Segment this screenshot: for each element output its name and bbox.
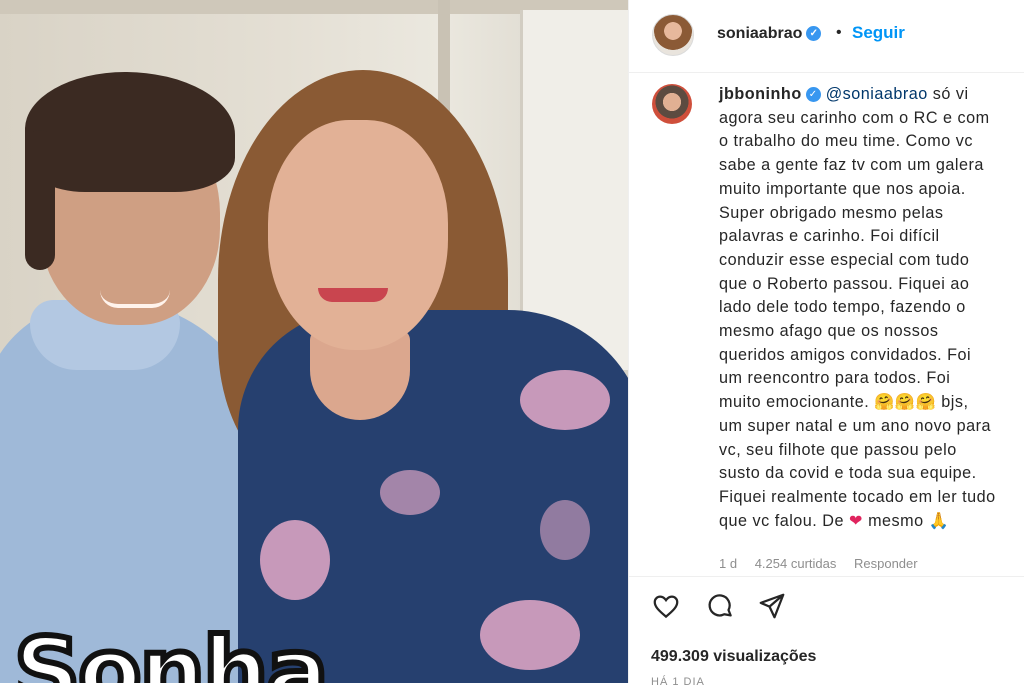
comment-line: bjs, <box>941 393 969 412</box>
praying-hands-emoji-icon: 🙏 <box>928 511 950 530</box>
author-avatar[interactable] <box>652 14 694 56</box>
post-photo: Sonha <box>0 0 628 683</box>
author-username[interactable]: soniaabrao <box>717 25 802 42</box>
reply-button[interactable]: Responder <box>854 556 918 570</box>
dress-flower <box>540 500 590 560</box>
heart-emoji-icon: ❤ <box>848 511 864 530</box>
comment-line: só vi <box>932 85 969 103</box>
post-side-panel: soniaabrao ✓ • Seguir jbboninho ✓ @soniaab… <box>628 0 1024 688</box>
comment-line: sabe a gente faz tv com um galera <box>719 156 984 175</box>
comment-line: muito emocionante. <box>719 393 870 412</box>
comment-line: conduzir esse especial com tudo <box>719 250 970 269</box>
comment-likes[interactable]: 4.254 curtidas <box>755 556 837 570</box>
author-username-row[interactable]: soniaabrao ✓ <box>717 25 822 43</box>
comment-meta: 1 d 4.254 curtidas Responder <box>719 556 932 570</box>
comment-line: susto da covid e toda sua equipe. <box>719 464 977 483</box>
man-smile <box>100 290 170 308</box>
comment-line: lado dele todo tempo, fazendo o <box>719 298 966 317</box>
comment-line: Super obrigado mesmo pelas <box>719 203 944 222</box>
separator-dot: • <box>836 24 842 41</box>
comment-line: mesmo afago que os nossos <box>719 322 939 341</box>
commenter-username[interactable]: jbboninho <box>719 85 802 103</box>
photo-overlay-text: Sonha <box>11 618 332 684</box>
view-count: 499.309 visualizações <box>651 648 817 665</box>
heart-outline-icon[interactable] <box>651 591 681 621</box>
man-hair <box>25 72 235 192</box>
dress-flower <box>480 600 580 670</box>
woman-face <box>268 120 448 350</box>
verified-badge-icon: ✓ <box>805 87 821 103</box>
woman-smile <box>318 288 388 302</box>
comment-line: palavras e carinho. Foi difícil <box>719 227 940 246</box>
action-bar <box>629 576 1024 637</box>
comment-line: mesmo <box>868 511 924 530</box>
comment-line: Fiquei realmente tocado em ler tudo <box>719 487 996 506</box>
comment-line: um reencontro para todos. Foi <box>719 369 951 388</box>
post-time: HÁ 1 DIA <box>651 676 705 688</box>
comment-line: que o Roberto passou. Fiquei ao <box>719 274 970 293</box>
verified-badge-icon: ✓ <box>806 26 822 42</box>
comment-line: vc, seu filhote que passou pelo <box>719 440 957 459</box>
follow-button[interactable]: Seguir <box>852 23 905 43</box>
comment-body: jbboninho ✓ @soniaabrao só vi agora seu c… <box>719 83 1019 533</box>
man-hair-side <box>25 130 55 270</box>
comment-line: muito importante que nos apoia. <box>719 179 966 198</box>
mention-link[interactable]: @soniaabrao <box>826 85 928 103</box>
dress-flower <box>380 470 440 515</box>
comment-line: agora seu carinho com o RC e com <box>719 108 990 127</box>
dress-flower <box>260 520 330 600</box>
comment-line: o trabalho do meu time. Como vc <box>719 132 973 151</box>
dress-flower <box>520 370 610 430</box>
post-header: soniaabrao ✓ • Seguir <box>629 0 1024 73</box>
comment-age: 1 d <box>719 556 738 570</box>
comment-line: que vc falou. De <box>719 511 844 530</box>
paper-plane-icon[interactable] <box>757 591 787 621</box>
comment-bubble-icon[interactable] <box>705 591 735 621</box>
commenter-avatar[interactable] <box>652 84 692 124</box>
hugging-face-emoji-icon: 🤗🤗🤗 <box>874 393 937 412</box>
comment-line: queridos amigos convidados. Foi <box>719 345 972 364</box>
comment-line: um super natal e um ano novo para <box>719 416 992 435</box>
